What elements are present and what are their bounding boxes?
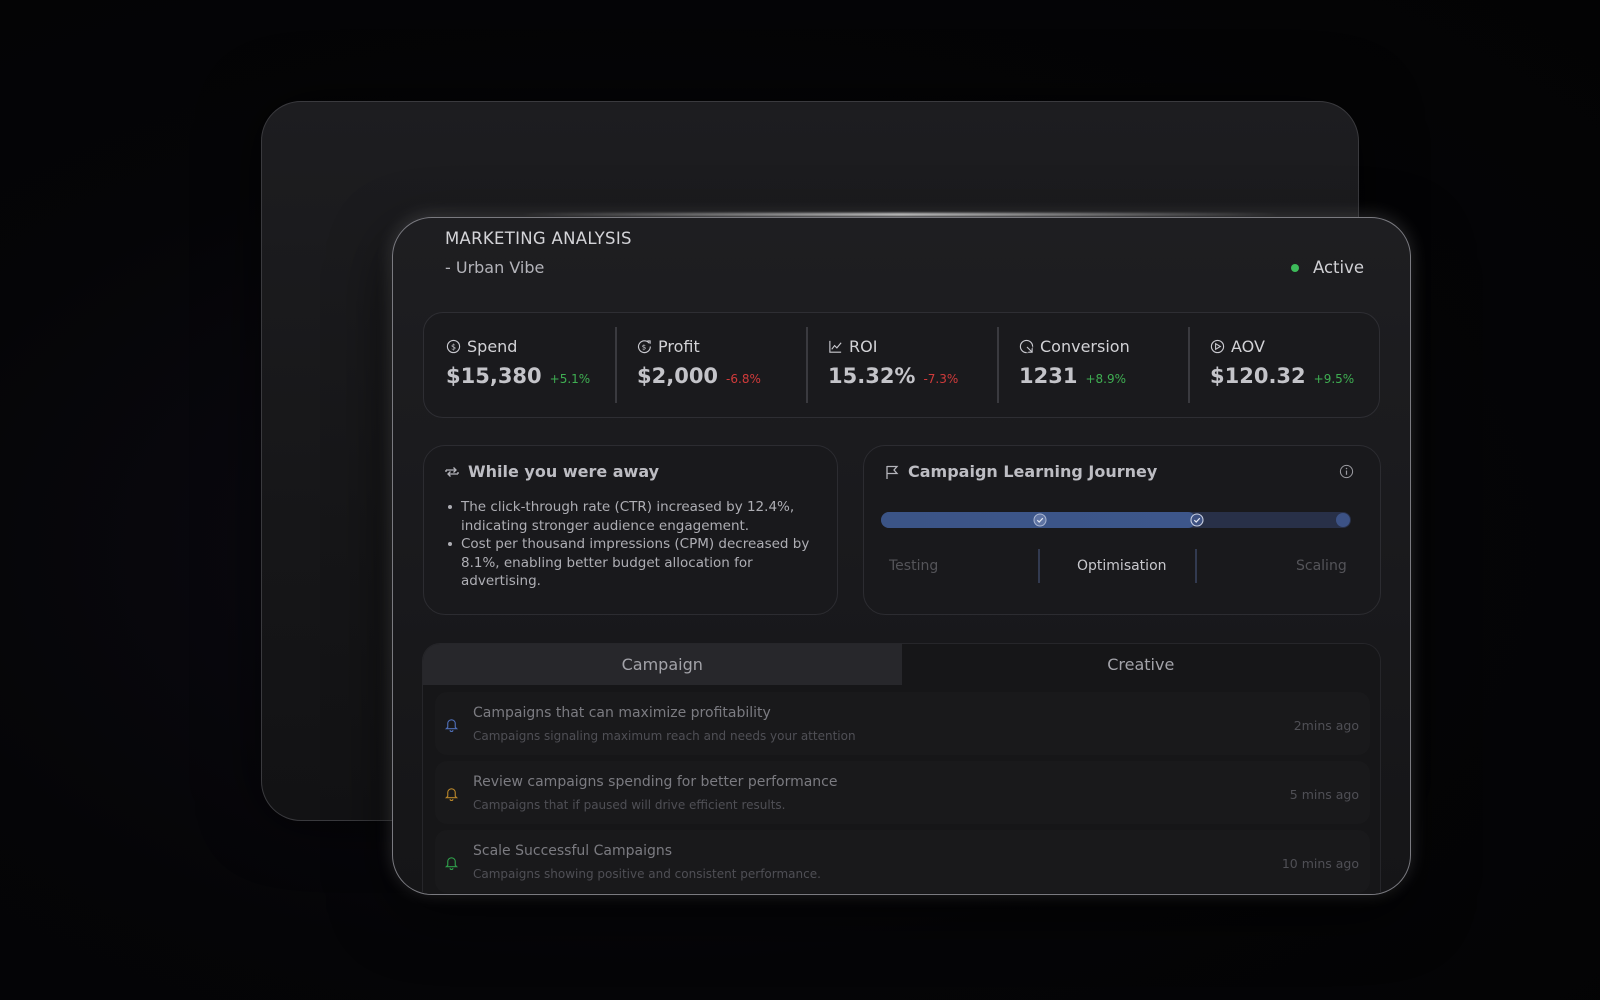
list-item[interactable]: Scale Successful Campaigns Campaigns sho… <box>435 830 1370 893</box>
stat-value: $120.32 <box>1210 364 1306 388</box>
line-chart-icon <box>829 340 842 353</box>
marketing-analysis-panel: MARKETING ANALYSIS - Urban Vibe Active $… <box>392 217 1411 895</box>
profit-icon: $ <box>638 340 651 354</box>
stat-delta: -7.3% <box>923 372 959 386</box>
list-item[interactable]: Campaigns that can maximize profitabilit… <box>435 692 1370 755</box>
learning-journey-card: Campaign Learning Journey Testing Optimi… <box>863 445 1381 615</box>
info-icon[interactable] <box>1339 464 1354 479</box>
stat-label: Conversion <box>1040 337 1130 356</box>
item-subtitle: Campaigns showing positive and consisten… <box>473 867 821 881</box>
card-title: While you were away <box>468 462 660 481</box>
while-away-card: While you were away The click-through ra… <box>423 445 838 615</box>
stat-delta: +8.9% <box>1085 372 1126 386</box>
repeat-icon <box>445 466 459 477</box>
check-icon <box>1033 513 1047 527</box>
away-list: The click-through rate (CTR) increased b… <box>446 498 815 591</box>
page-title: MARKETING ANALYSIS <box>445 229 632 248</box>
status-dot-icon <box>1290 263 1299 272</box>
page-subtitle: - Urban Vibe <box>445 258 545 277</box>
stage-divider <box>1195 549 1197 583</box>
item-title: Campaigns that can maximize profitabilit… <box>473 705 771 721</box>
conversion-icon <box>1019 339 1034 354</box>
item-timestamp: 2mins ago <box>1293 718 1359 733</box>
list-item[interactable]: Review campaigns spending for better per… <box>435 761 1370 824</box>
flag-icon <box>886 465 899 479</box>
stage-optimisation: Optimisation <box>1077 558 1167 574</box>
stat-profit[interactable]: $ Profit $2,000 -6.8% <box>615 325 806 405</box>
bell-icon <box>444 719 459 732</box>
stat-value: $15,380 <box>446 364 542 388</box>
stat-label: AOV <box>1231 337 1265 356</box>
item-title: Review campaigns spending for better per… <box>473 774 838 790</box>
aov-icon <box>1210 339 1225 354</box>
stat-label: ROI <box>849 337 878 356</box>
stat-value: 15.32% <box>828 364 916 388</box>
item-title: Scale Successful Campaigns <box>473 843 673 859</box>
stat-conversion[interactable]: Conversion 1231 +8.9% <box>997 325 1188 405</box>
journey-end-node <box>1336 513 1350 527</box>
tab-campaign[interactable]: Campaign <box>423 644 902 685</box>
stat-delta: -6.8% <box>726 372 761 386</box>
stats-bar: $ Spend $15,380 +5.1% $ Profit $2,000 -6… <box>423 312 1380 418</box>
journey-progress-track <box>881 512 1351 528</box>
stat-delta: +9.5% <box>1313 372 1355 386</box>
stat-spend[interactable]: $ Spend $15,380 +5.1% <box>424 325 615 405</box>
stat-roi[interactable]: ROI 15.32% -7.3% <box>806 325 997 405</box>
status-label: Active <box>1312 258 1364 277</box>
stat-value: 1231 <box>1019 364 1078 388</box>
tab-creative[interactable]: Creative <box>901 644 1380 685</box>
bell-icon <box>444 857 459 870</box>
list-item: The click-through rate (CTR) increased b… <box>446 498 815 535</box>
stat-label: Profit <box>658 337 700 356</box>
check-icon <box>1190 513 1204 527</box>
panel-glow <box>520 213 1280 216</box>
stat-aov[interactable]: AOV $120.32 +9.5% <box>1188 325 1379 405</box>
item-subtitle: Campaigns signaling maximum reach and ne… <box>473 729 856 743</box>
item-subtitle: Campaigns that if paused will drive effi… <box>473 798 786 812</box>
stat-value: $2,000 <box>637 364 719 388</box>
stat-label: Spend <box>467 337 518 356</box>
item-timestamp: 5 mins ago <box>1289 787 1359 802</box>
stage-divider <box>1038 549 1040 583</box>
svg-text:$: $ <box>642 342 646 351</box>
notification-list: Campaigns that can maximize profitabilit… <box>422 685 1381 894</box>
list-item: Cost per thousand impressions (CPM) decr… <box>446 535 815 591</box>
stat-delta: +5.1% <box>549 372 591 386</box>
bell-icon <box>444 788 459 801</box>
dollar-icon: $ <box>446 339 461 354</box>
card-title: Campaign Learning Journey <box>908 462 1158 481</box>
status-badge: Active <box>1290 258 1364 277</box>
item-timestamp: 10 mins ago <box>1281 856 1359 871</box>
svg-text:$: $ <box>451 342 456 351</box>
tab-bar: Campaign Creative <box>422 643 1381 685</box>
stage-scaling: Scaling <box>1296 558 1347 574</box>
stage-testing: Testing <box>889 558 939 574</box>
